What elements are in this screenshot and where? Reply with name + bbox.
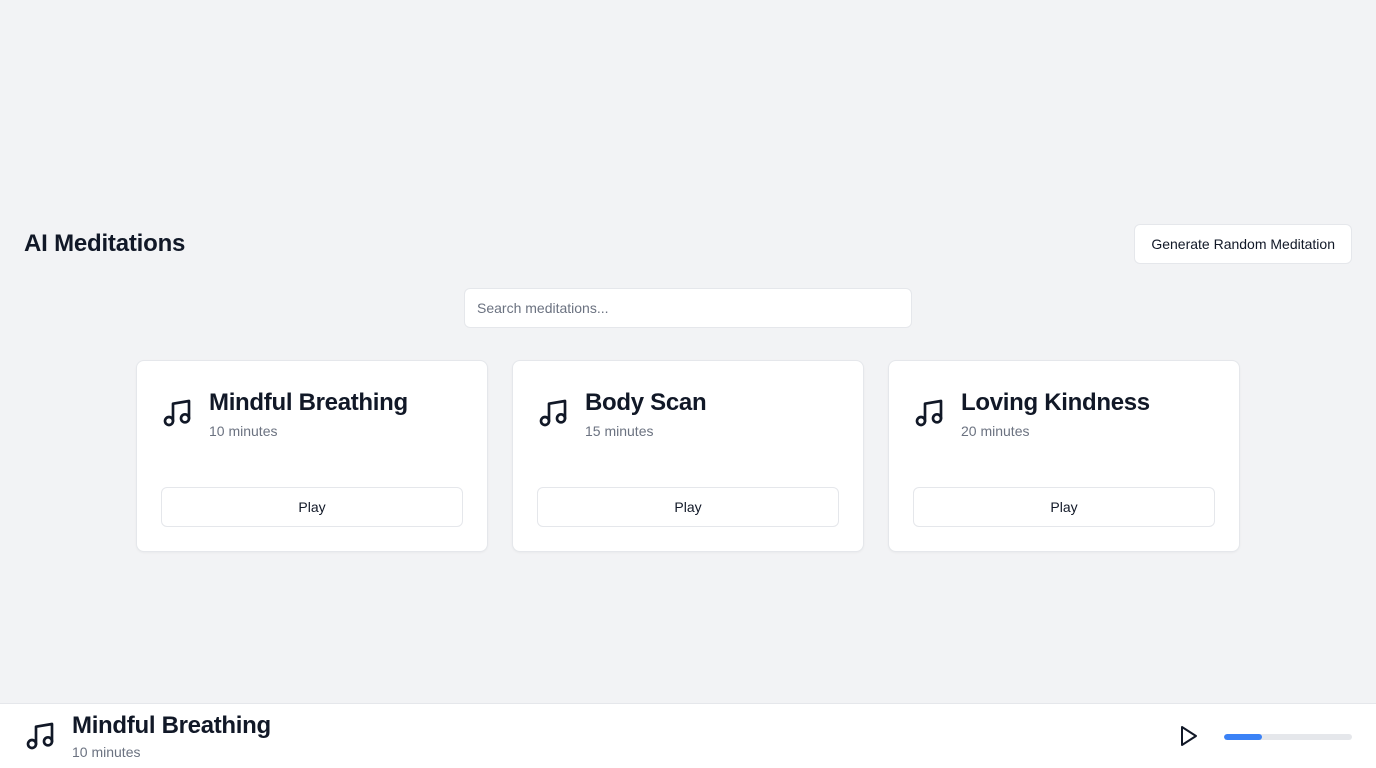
play-button[interactable]: Play xyxy=(913,487,1215,527)
music-icon xyxy=(537,397,569,429)
card-text: Mindful Breathing 10 minutes xyxy=(209,389,408,439)
meditation-card: Loving Kindness 20 minutes Play xyxy=(888,360,1240,552)
meditation-duration: 15 minutes xyxy=(585,423,654,439)
now-playing-duration: 10 minutes xyxy=(72,744,141,760)
music-icon xyxy=(24,720,56,752)
card-header: Mindful Breathing 10 minutes xyxy=(161,389,408,439)
page-header: AI Meditations Generate Random Meditatio… xyxy=(24,224,1352,264)
music-icon xyxy=(913,397,945,429)
play-button[interactable]: Play xyxy=(161,487,463,527)
now-playing-bar: Mindful Breathing 10 minutes xyxy=(0,703,1376,768)
play-pause-button[interactable] xyxy=(1176,724,1200,748)
card-header: Loving Kindness 20 minutes xyxy=(913,389,1150,439)
now-playing-title: Mindful Breathing xyxy=(72,712,271,739)
progress-fill xyxy=(1224,734,1263,740)
meditation-title: Mindful Breathing xyxy=(209,389,408,416)
progress-bar[interactable] xyxy=(1224,734,1352,740)
meditation-duration: 10 minutes xyxy=(209,423,278,439)
generate-random-meditation-button[interactable]: Generate Random Meditation xyxy=(1134,224,1352,264)
card-text: Body Scan 15 minutes xyxy=(585,389,707,439)
music-icon xyxy=(161,397,193,429)
now-playing-info: Mindful Breathing 10 minutes xyxy=(72,712,271,760)
page-title: AI Meditations xyxy=(24,230,186,257)
card-text: Loving Kindness 20 minutes xyxy=(961,389,1150,439)
search-container xyxy=(464,288,912,328)
search-input[interactable] xyxy=(464,288,912,328)
play-icon xyxy=(1176,724,1200,748)
meditation-card: Body Scan 15 minutes Play xyxy=(512,360,864,552)
meditation-card: Mindful Breathing 10 minutes Play xyxy=(136,360,488,552)
meditation-title: Loving Kindness xyxy=(961,389,1150,416)
meditation-card-list: Mindful Breathing 10 minutes Play Body S… xyxy=(136,360,1240,552)
play-button[interactable]: Play xyxy=(537,487,839,527)
meditation-duration: 20 minutes xyxy=(961,423,1030,439)
card-header: Body Scan 15 minutes xyxy=(537,389,707,439)
page: AI Meditations Generate Random Meditatio… xyxy=(0,0,1376,768)
meditation-title: Body Scan xyxy=(585,389,707,416)
